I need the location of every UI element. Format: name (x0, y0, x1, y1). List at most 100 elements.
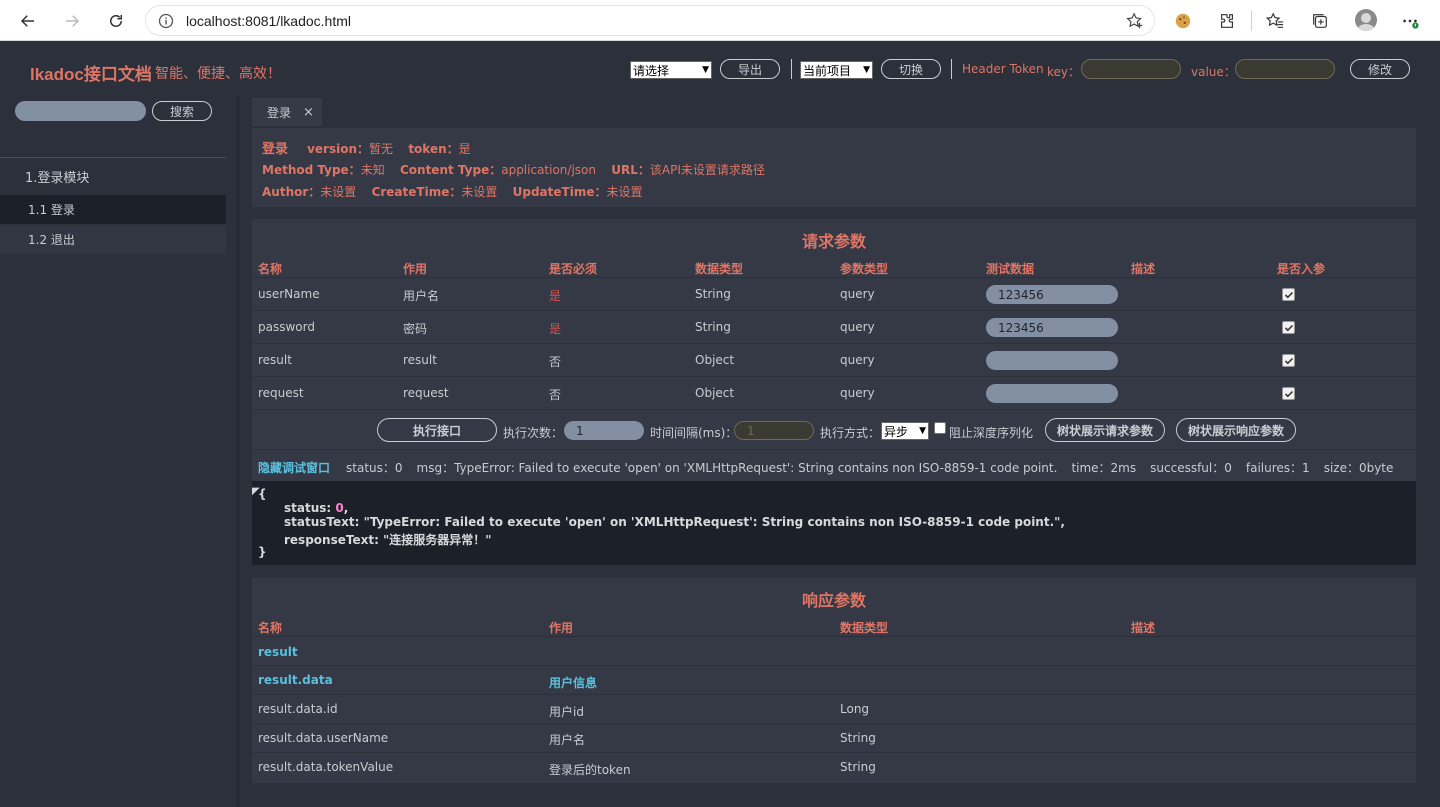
resp-col-header-purpose: 作用 (549, 621, 574, 635)
api-name: 登录 (262, 142, 289, 157)
debug-status-key: status: (284, 501, 336, 515)
sidebar-module-login[interactable]: 1.登录模块 (25, 167, 89, 186)
export-button[interactable]: 导出 (720, 59, 780, 79)
url-value: 该API未设置请求路径 (649, 163, 765, 177)
test-data-input[interactable] (986, 351, 1118, 370)
token-key-input[interactable] (1081, 59, 1181, 79)
interval-input[interactable]: 1 (734, 421, 814, 440)
doc-select[interactable]: 请选择 ▼ (630, 61, 712, 79)
exec-count-input[interactable]: 1 (564, 421, 644, 440)
status-code: status：0 (346, 461, 403, 475)
execute-button[interactable]: 执行接口 (377, 418, 497, 442)
refresh-icon[interactable] (104, 9, 128, 33)
test-data-input[interactable]: 123456 (986, 285, 1118, 304)
status-successful: successful：0 (1150, 461, 1232, 475)
switch-button[interactable]: 切换 (881, 59, 941, 79)
sidebar-item-label: 1.2 退出 (28, 233, 75, 247)
author-value: 未设置 (320, 185, 357, 199)
check-icon (1284, 390, 1293, 397)
table-row: request request 否 Object query (252, 376, 1416, 409)
resp-param-type: Long (840, 702, 870, 716)
url-text[interactable]: localhost:8081/lkadoc.html (186, 13, 351, 29)
chevron-down-icon: ▼ (702, 65, 709, 75)
param-type: query (840, 353, 875, 367)
include-checkbox[interactable] (1282, 387, 1295, 400)
resp-param-purpose: 用户名 (549, 733, 586, 747)
tree-request-button[interactable]: 树状展示请求参数 (1045, 418, 1165, 442)
favorites-icon[interactable] (1265, 11, 1285, 31)
table-row: userName 用户名 是 String query 123456 (252, 277, 1416, 310)
sidebar-item-label: 1.1 登录 (28, 203, 75, 217)
extensions-icon[interactable] (1217, 11, 1237, 31)
prevent-deep-serialize-checkbox[interactable] (934, 422, 946, 434)
exec-mode-label: 执行方式： (820, 426, 881, 440)
execute-controls: 执行接口 执行次数： 1 时间间隔(ms)： 1 执行方式： 异步 ▼ 阻止深度… (252, 409, 1416, 449)
status-message: msg：TypeError: Failed to execute 'open' … (416, 461, 1058, 475)
param-purpose: 用户名 (403, 289, 440, 303)
close-icon[interactable]: × (303, 105, 314, 120)
test-data-input[interactable] (986, 384, 1118, 403)
api-info-line-1: 登录 version：暂无 token：是 (262, 138, 471, 157)
search-button[interactable]: 搜索 (152, 101, 212, 121)
version-label: version： (307, 142, 370, 156)
sidebar-item-logout[interactable]: 1.2 退出 (0, 225, 226, 254)
collections-icon[interactable] (1310, 11, 1330, 31)
create-time-value: 未设置 (461, 185, 498, 199)
hide-debug-window-link[interactable]: 隐藏调试窗口 (258, 461, 330, 475)
param-data-type: String (695, 287, 731, 301)
table-row: result.data 用户信息 (252, 665, 1416, 694)
resp-param-name: result.data (258, 673, 333, 687)
sidebar-divider (0, 157, 226, 158)
debug-output: ◤ { status: 0, statusText: "TypeError: F… (252, 481, 1416, 565)
table-row: password 密码 是 String query 123456 (252, 310, 1416, 343)
col-header-param-type: 参数类型 (840, 262, 889, 276)
profile-avatar[interactable] (1355, 9, 1377, 31)
resp-param-type: String (840, 760, 876, 774)
update-time-label: UpdateTime： (512, 185, 607, 199)
token-value-input[interactable] (1235, 59, 1335, 79)
version-value: 暂无 (369, 142, 394, 156)
tree-response-button[interactable]: 树状展示响应参数 (1176, 418, 1296, 442)
include-checkbox[interactable] (1282, 354, 1295, 367)
param-required: 是 (549, 289, 562, 303)
debug-open-brace: { (258, 487, 267, 501)
author-label: Author： (262, 185, 321, 199)
add-favorite-icon[interactable] (1126, 12, 1144, 30)
tab-login[interactable]: 登录 × (252, 98, 322, 126)
check-icon (1284, 357, 1293, 364)
debug-close-brace: } (258, 545, 267, 559)
include-checkbox[interactable] (1282, 288, 1295, 301)
check-icon (1284, 324, 1293, 331)
sidebar-item-login[interactable]: 1.1 登录 (0, 195, 226, 224)
address-bar[interactable]: localhost:8081/lkadoc.html (145, 5, 1155, 36)
sidebar-search-input[interactable] (15, 101, 146, 121)
param-required: 否 (549, 355, 562, 369)
include-checkbox[interactable] (1282, 321, 1295, 334)
back-icon[interactable] (16, 9, 40, 33)
cookie-extension-icon[interactable] (1173, 11, 1193, 31)
modify-button[interactable]: 修改 (1350, 59, 1410, 79)
prevent-deep-serialize-label: 阻止深度序列化 (949, 426, 1034, 440)
update-time-value: 未设置 (606, 185, 643, 199)
resp-param-name: result.data.tokenValue (258, 760, 394, 774)
exec-count-label: 执行次数： (503, 426, 564, 440)
forward-icon[interactable] (60, 9, 84, 33)
main-content: 登录 × 登录 version：暂无 token：是 Method Type：未… (240, 96, 1440, 807)
exec-mode-select[interactable]: 异步 ▼ (881, 422, 929, 440)
param-data-type: Object (695, 386, 735, 400)
check-icon (1284, 291, 1293, 298)
header-token-label: Header Token (962, 62, 1044, 76)
resp-param-name: result.data.id (258, 702, 338, 716)
header-divider (951, 59, 952, 79)
toolbar-separator (1251, 11, 1252, 31)
more-menu-icon[interactable] (1400, 11, 1420, 31)
table-row: result (252, 636, 1416, 665)
project-select[interactable]: 当前项目 ▼ (800, 61, 873, 79)
test-data-input[interactable]: 123456 (986, 318, 1118, 337)
debug-status-text: statusText: "TypeError: Failed to execut… (284, 515, 1065, 529)
col-header-test-data: 测试数据 (986, 262, 1035, 276)
url-path: :8081/lkadoc.html (241, 12, 351, 29)
table-row: result.data.userName 用户名 String (252, 723, 1416, 752)
param-type: query (840, 386, 875, 400)
info-icon[interactable] (158, 13, 174, 29)
